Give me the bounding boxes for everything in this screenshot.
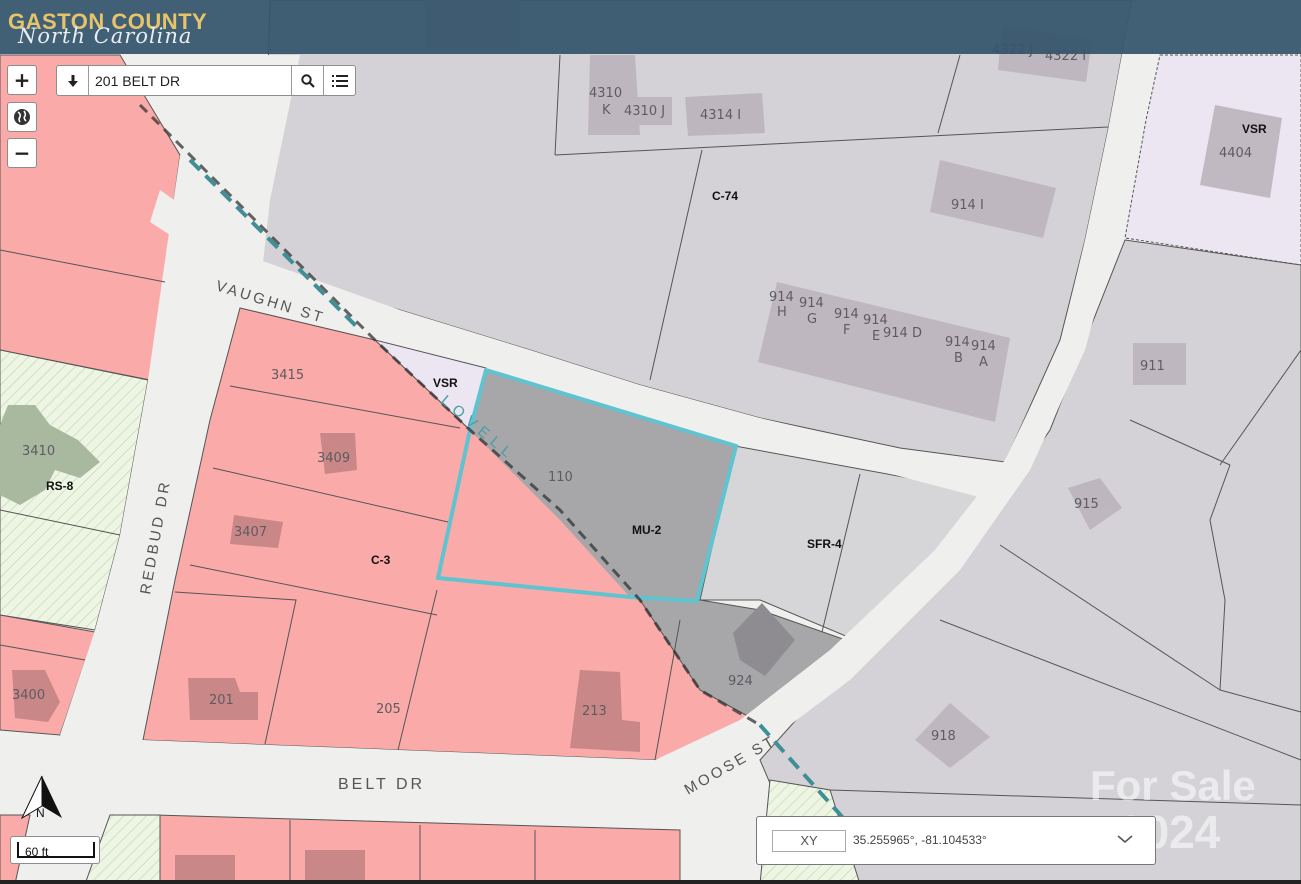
zone-label-rs8: RS-8 — [46, 479, 74, 493]
zoom-out-button[interactable]: − — [7, 138, 37, 168]
parcel-label: 3400 — [12, 688, 45, 703]
parcel-label: E — [872, 329, 880, 344]
parcel-label: 914 — [945, 335, 970, 350]
parcel-label: 3407 — [234, 525, 267, 540]
zone-label-c74: C-74 — [712, 189, 738, 203]
parcel-label: 914 D — [883, 326, 922, 341]
parcel-label: 205 — [376, 702, 401, 717]
parcel-label: B — [954, 351, 963, 366]
coord-mode-button[interactable]: XY — [772, 830, 846, 852]
parcel-label: A — [979, 355, 988, 370]
parcel-label: 3415 — [271, 368, 304, 383]
brand-state: North Carolina — [18, 24, 193, 48]
coord-value: 35.255965°, -81.104533° — [853, 833, 987, 847]
search-input[interactable] — [89, 66, 291, 95]
zone-label-sfr4: SFR-4 — [807, 537, 842, 551]
parcel-label: 4310 J — [624, 104, 665, 119]
zone-label-vsr-top: VSR — [1242, 122, 1267, 136]
parcel-label: 914 — [834, 307, 859, 322]
scale-bar: 60 ft — [10, 836, 100, 864]
parcel-label: 914 — [799, 296, 824, 311]
scale-label: 60 ft — [25, 845, 49, 859]
search-button[interactable] — [291, 66, 323, 95]
zoom-in-button[interactable]: + — [7, 65, 37, 95]
parcel-label: H — [777, 305, 787, 320]
bottom-edge — [0, 880, 1301, 884]
parcel-map[interactable]: VAUGHN ST REDBUD DR BELT DR MOOSE ST LOV… — [0, 0, 1301, 884]
coord-expand-button[interactable] — [1117, 831, 1133, 849]
arrow-down-icon — [67, 74, 78, 87]
parcel-label: 4310 — [589, 86, 622, 101]
zone-label-c3: C-3 — [371, 553, 391, 567]
parcel-label: 914 — [971, 339, 996, 354]
parcel-label: 915 — [1074, 497, 1099, 512]
parcel-label: 201 — [209, 693, 234, 708]
chevron-down-icon — [1117, 835, 1133, 844]
locate-button[interactable] — [57, 66, 89, 95]
parcel-label: 3409 — [317, 451, 350, 466]
parcel-label: F — [843, 323, 850, 338]
parcel-label: 911 — [1140, 359, 1165, 374]
list-button[interactable] — [323, 66, 355, 95]
parcel-label: 918 — [931, 729, 956, 744]
globe-icon — [14, 109, 30, 125]
parcel-label: 3410 — [22, 444, 55, 459]
app-header: GASTON COUNTY North Carolina — [0, 0, 1301, 54]
parcel-label: G — [807, 312, 817, 327]
parcel-label: 110 — [548, 470, 573, 485]
list-icon — [331, 74, 348, 87]
coordinate-panel: XY 35.255965°, -81.104533° — [756, 816, 1156, 865]
search-icon — [300, 73, 315, 88]
parcel-label: 213 — [582, 704, 607, 719]
parcel-label: 914 — [769, 290, 794, 305]
parcel-label: 914 I — [951, 198, 984, 213]
street-belt-label: BELT DR — [338, 776, 425, 793]
parcel-label: 4404 — [1219, 146, 1252, 161]
parcel-label: 4314 I — [700, 108, 741, 123]
zone-label-vsr-small: VSR — [433, 376, 458, 390]
parcel-label: 924 — [728, 674, 753, 689]
globe-button[interactable] — [7, 102, 37, 132]
parcel-label: K — [602, 103, 611, 118]
zone-label-mu2: MU-2 — [632, 523, 662, 537]
north-arrow-label: N — [36, 806, 45, 820]
watermark-line1: For Sale — [1090, 762, 1256, 809]
address-search — [56, 65, 356, 96]
